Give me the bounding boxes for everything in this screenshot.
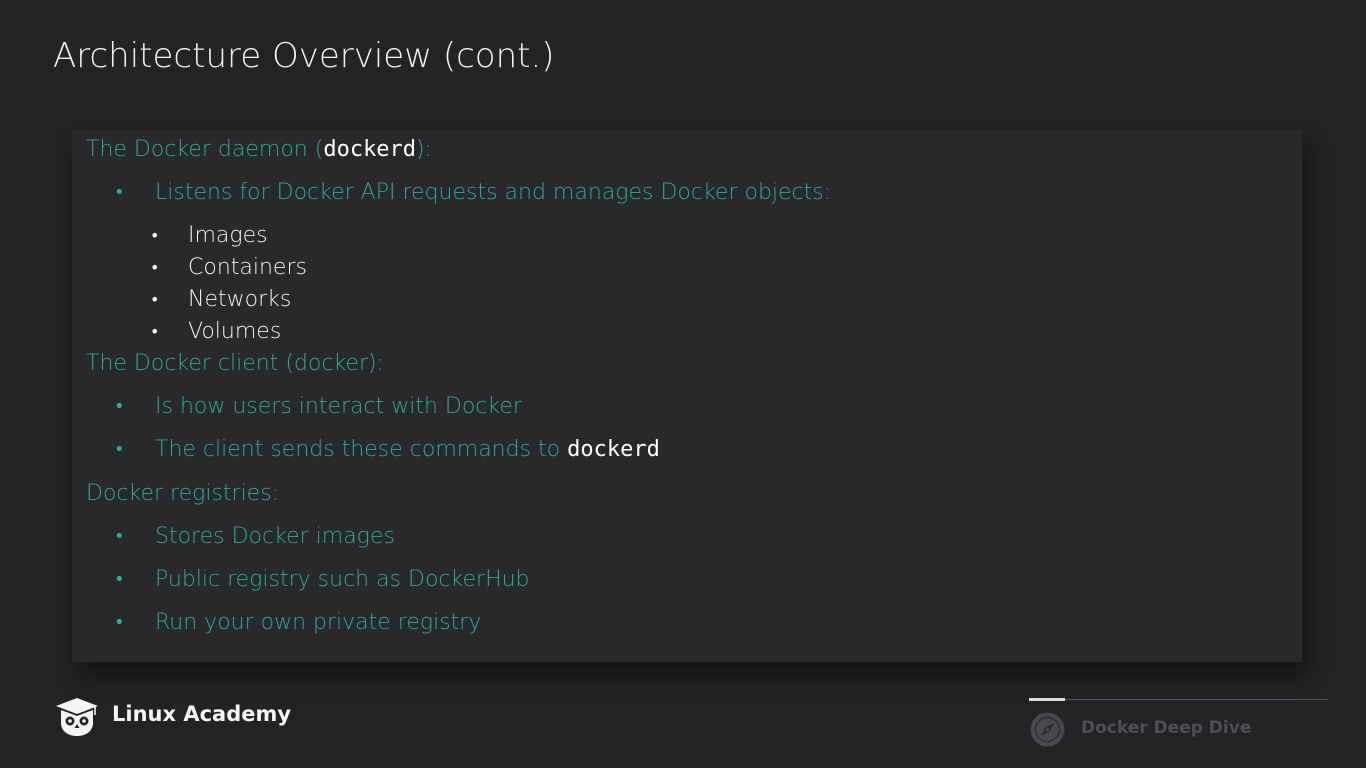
daemon-bullet-1: Listens for Docker API requests and mana… <box>155 180 832 205</box>
client-bullet-1: Is how users interact with Docker <box>155 394 522 419</box>
progress-fill <box>1029 698 1065 701</box>
bullet-marker: • <box>114 396 125 417</box>
sub-bullet-marker: • <box>150 290 160 309</box>
registries-bullet-1: Stores Docker images <box>155 524 395 549</box>
docker-object-networks: Networks <box>188 287 292 312</box>
daemon-heading-text: The Docker daemon ( <box>86 137 324 162</box>
registries-bullet-2: Public registry such as DockerHub <box>155 567 530 592</box>
docker-object-containers: Containers <box>188 255 307 280</box>
client-heading: The Docker client (docker): <box>86 351 384 376</box>
docker-object-images: Images <box>188 223 268 248</box>
bullet-marker: • <box>114 182 125 203</box>
registries-bullet-3: Run your own private registry <box>155 610 482 635</box>
slide-title: Architecture Overview (cont.) <box>53 36 555 76</box>
course-title: Docker Deep Dive <box>1081 718 1252 738</box>
bullet-marker: • <box>114 439 125 460</box>
docker-object-volumes: Volumes <box>188 319 282 344</box>
bullet-marker: • <box>114 612 125 633</box>
content-panel: The Docker daemon (dockerd): • Listens f… <box>72 130 1302 662</box>
owl-graduation-cap-icon <box>56 698 98 736</box>
registries-heading: Docker registries: <box>86 481 280 506</box>
daemon-heading-close: ): <box>416 137 433 162</box>
brand-name: Linux Academy <box>112 702 292 726</box>
progress-track <box>1029 699 1328 700</box>
compass-icon <box>1030 712 1065 747</box>
daemon-heading: The Docker daemon (dockerd): <box>86 136 432 164</box>
daemon-heading-code: dockerd <box>323 137 417 162</box>
sub-bullet-marker: • <box>150 226 160 245</box>
bullet-marker: • <box>114 569 125 590</box>
client-bullet-2: The client sends these commands to docke… <box>155 436 660 464</box>
slide: Architecture Overview (cont.) The Docker… <box>0 0 1366 768</box>
sub-bullet-marker: • <box>150 322 160 341</box>
bullet-marker: • <box>114 526 125 547</box>
client-bullet-2-code: dockerd <box>567 437 660 462</box>
sub-bullet-marker: • <box>150 258 160 277</box>
client-bullet-2-text: The client sends these commands to <box>155 437 568 462</box>
